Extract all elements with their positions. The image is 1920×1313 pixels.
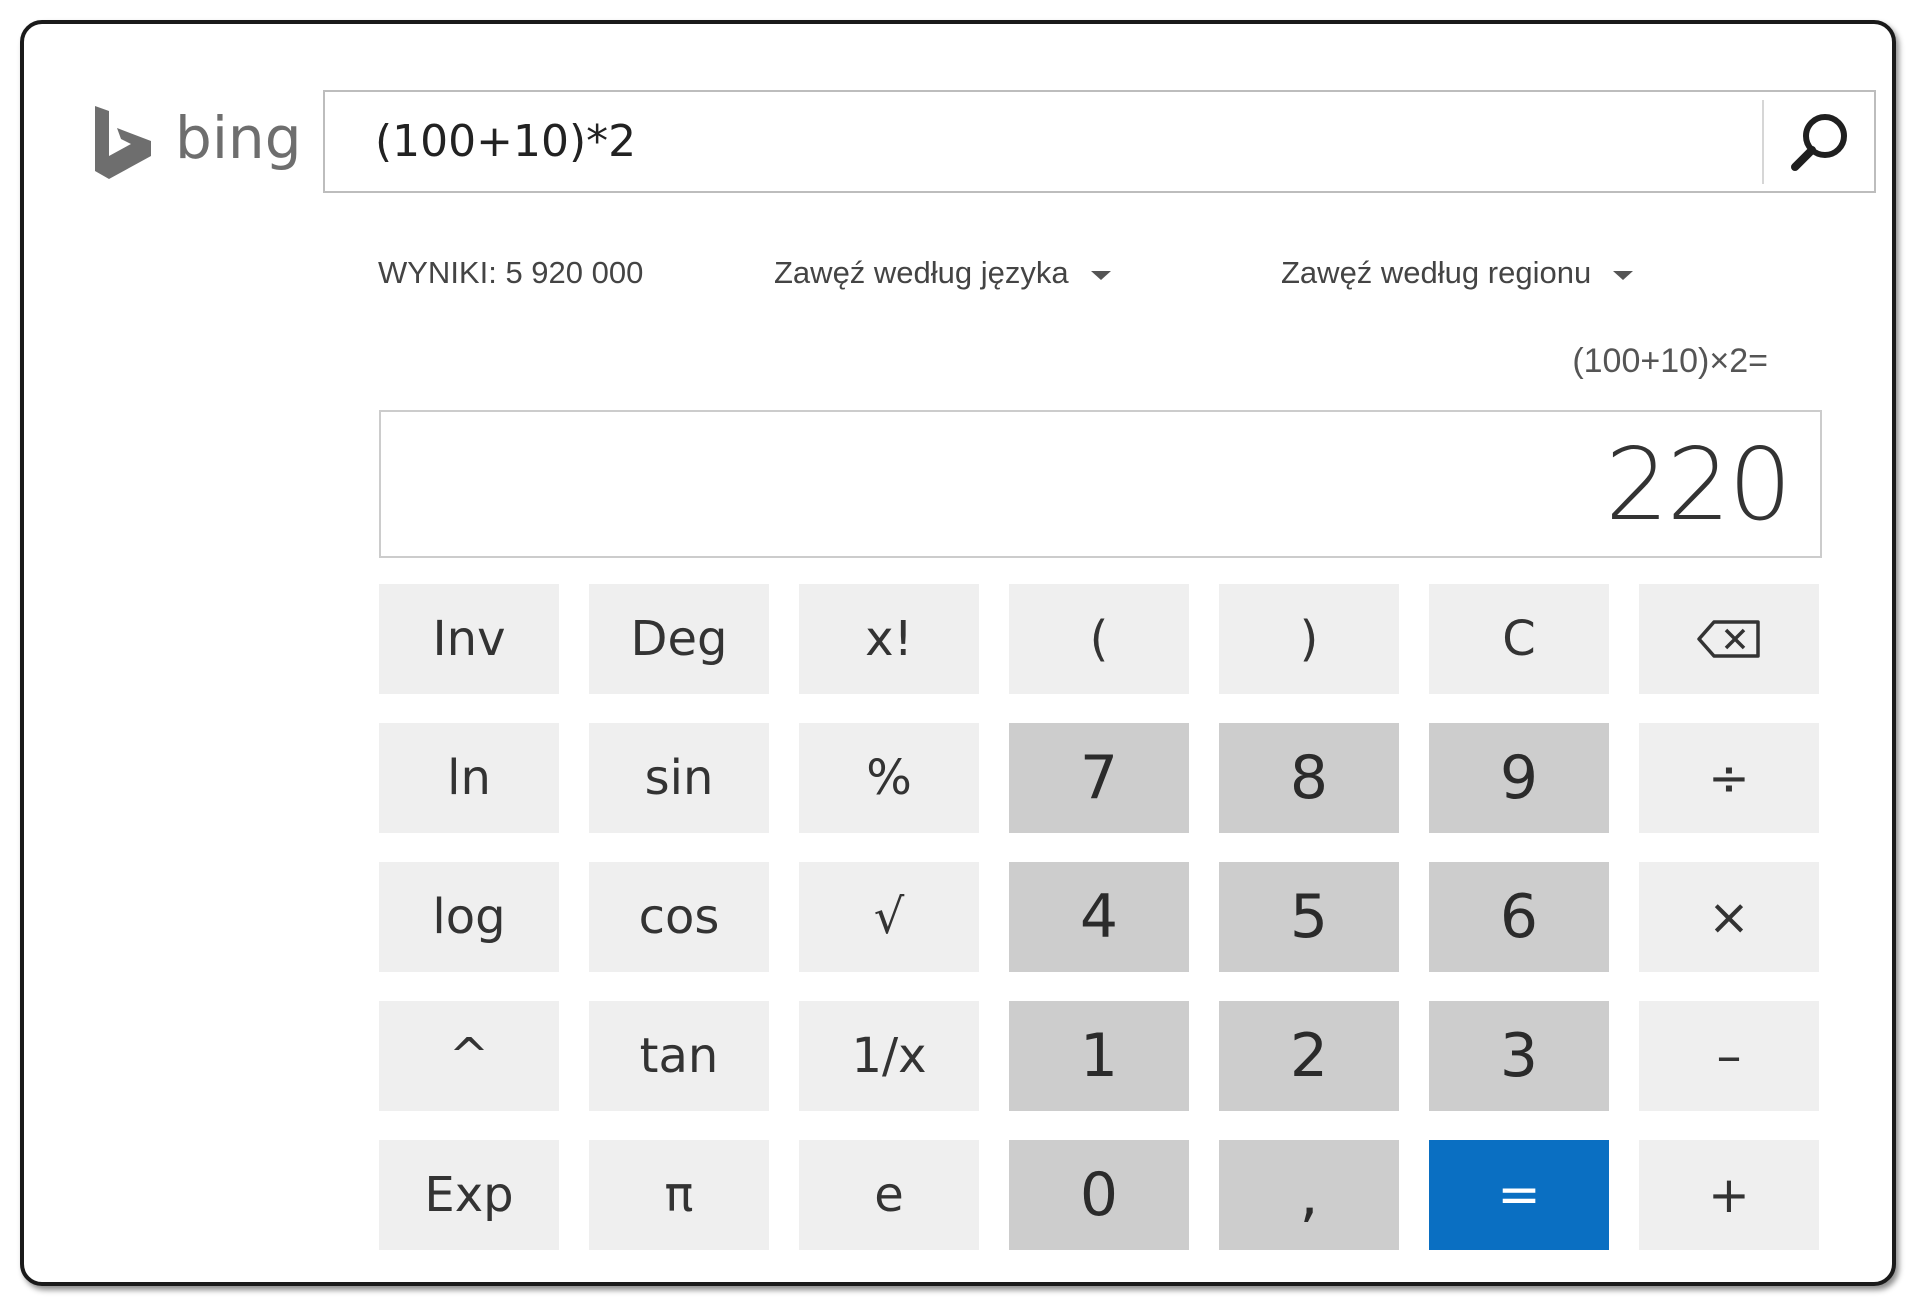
digit-3-key[interactable]: 3: [1429, 1001, 1609, 1111]
exp-key[interactable]: Exp: [379, 1140, 559, 1250]
equals-key[interactable]: =: [1429, 1140, 1609, 1250]
language-filter-dropdown[interactable]: Zawęź według języka: [774, 250, 1111, 296]
reciprocal-key[interactable]: 1/x: [799, 1001, 979, 1111]
calculator-keypad: Inv Deg x! ( ) C ln sin % 7 8 9 ÷ log co…: [379, 584, 1819, 1250]
bing-logo[interactable]: bing: [91, 102, 302, 182]
display-value: 220: [1605, 425, 1792, 543]
multiply-key[interactable]: ×: [1639, 862, 1819, 972]
pi-key[interactable]: π: [589, 1140, 769, 1250]
logo-text: bing: [175, 104, 302, 172]
minus-key[interactable]: –: [1639, 1001, 1819, 1111]
tan-key[interactable]: tan: [589, 1001, 769, 1111]
digit-4-key[interactable]: 4: [1009, 862, 1189, 972]
plus-key[interactable]: +: [1639, 1140, 1819, 1250]
digit-5-key[interactable]: 5: [1219, 862, 1399, 972]
results-count: WYNIKI: 5 920 000: [378, 255, 644, 290]
comma-key[interactable]: ,: [1219, 1140, 1399, 1250]
digit-2-key[interactable]: 2: [1219, 1001, 1399, 1111]
filter-bar: WYNIKI: 5 920 000 Zawęź według języka Za…: [24, 250, 1892, 296]
right-paren-key[interactable]: ): [1219, 584, 1399, 694]
calculator-expression: (100+10)×2=: [1572, 342, 1768, 380]
digit-1-key[interactable]: 1: [1009, 1001, 1189, 1111]
sin-key[interactable]: sin: [589, 723, 769, 833]
digit-0-key[interactable]: 0: [1009, 1140, 1189, 1250]
search-button[interactable]: [1764, 92, 1874, 191]
log-key[interactable]: log: [379, 862, 559, 972]
language-filter-label: Zawęź według języka: [774, 255, 1069, 290]
clear-key[interactable]: C: [1429, 584, 1609, 694]
left-paren-key[interactable]: (: [1009, 584, 1189, 694]
bing-logo-icon: [95, 106, 151, 179]
ln-key[interactable]: ln: [379, 723, 559, 833]
region-filter-label: Zawęź według regionu: [1281, 255, 1592, 290]
inv-key[interactable]: Inv: [379, 584, 559, 694]
percent-key[interactable]: %: [799, 723, 979, 833]
region-filter-dropdown[interactable]: Zawęź według regionu: [1281, 250, 1634, 296]
power-key[interactable]: ^: [379, 1001, 559, 1111]
search-box: [323, 90, 1876, 193]
window-frame: bing WYNIKI: 5 920 000 Zawęź według języ…: [20, 20, 1896, 1286]
e-key[interactable]: e: [799, 1140, 979, 1250]
factorial-key[interactable]: x!: [799, 584, 979, 694]
cos-key[interactable]: cos: [589, 862, 769, 972]
digit-8-key[interactable]: 8: [1219, 723, 1399, 833]
backspace-key[interactable]: [1639, 584, 1819, 694]
sqrt-key[interactable]: √: [799, 862, 979, 972]
deg-key[interactable]: Deg: [589, 584, 769, 694]
chevron-down-icon: [1613, 270, 1634, 280]
chevron-down-icon: [1090, 270, 1111, 280]
digit-9-key[interactable]: 9: [1429, 723, 1609, 833]
digit-7-key[interactable]: 7: [1009, 723, 1189, 833]
backspace-icon: [1697, 620, 1760, 658]
calculator-display: 220: [379, 410, 1822, 558]
search-input[interactable]: [325, 92, 1762, 191]
digit-6-key[interactable]: 6: [1429, 862, 1609, 972]
search-icon: [1791, 113, 1847, 171]
divide-key[interactable]: ÷: [1639, 723, 1819, 833]
